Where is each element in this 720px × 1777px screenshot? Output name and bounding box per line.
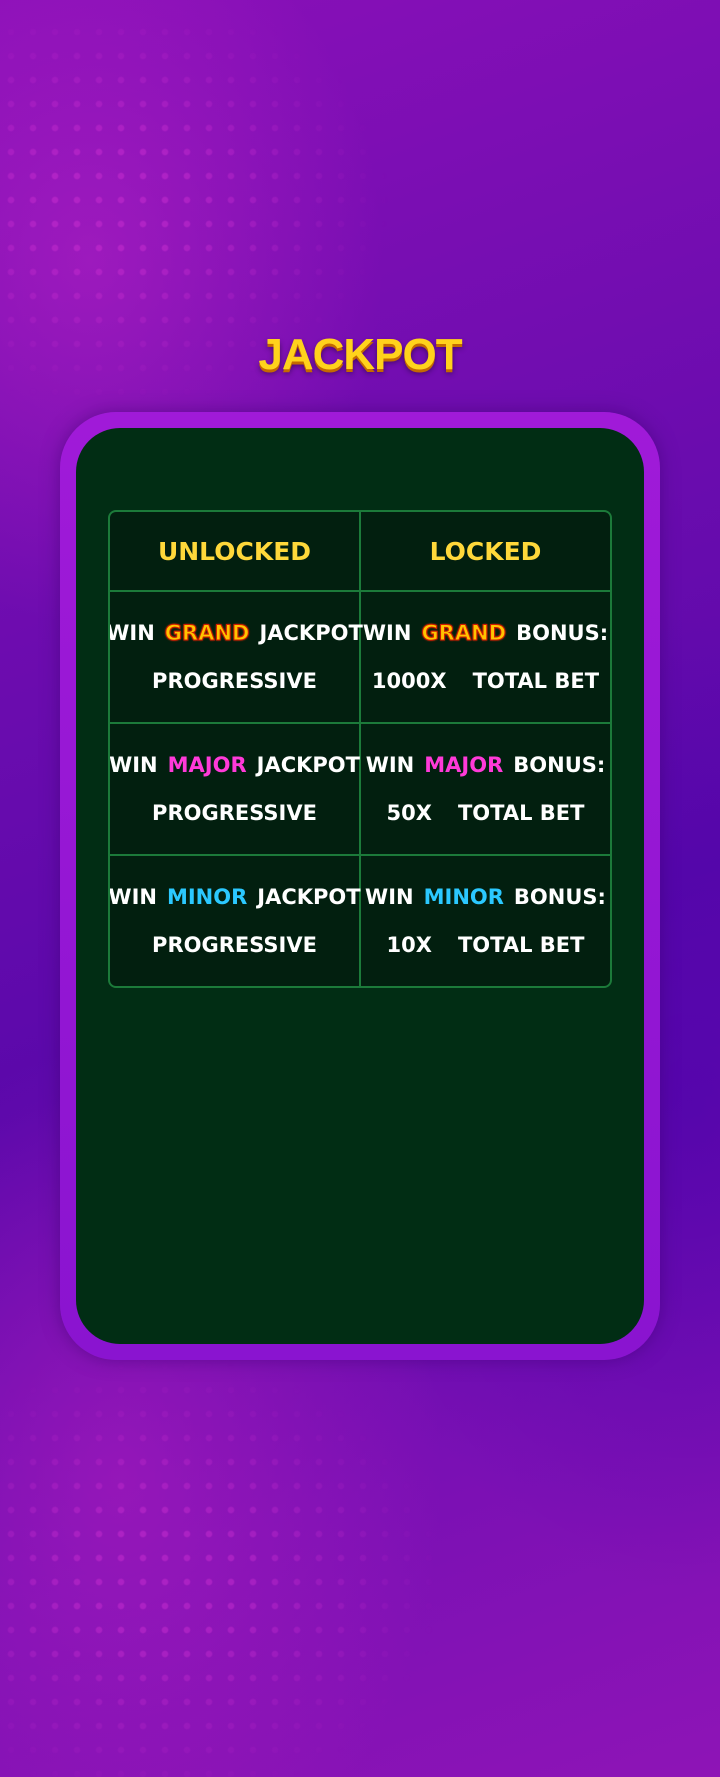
header-cell-unlocked: UNLOCKED [110,512,361,590]
jackpot-table: UNLOCKED LOCKED WIN GRAND JACKPOT PROGRESS… [108,510,612,988]
major-unlocked-cell: WIN MAJOR JACKPOT PROGRESSIVE [110,724,361,854]
grand-unlocked-line1: WIN GRAND JACKPOT [108,620,363,646]
table-header-row: UNLOCKED LOCKED [110,512,610,592]
jackpot-label: JACKPOT [256,753,360,777]
total-bet-label: TOTAL BET [472,669,600,693]
header-locked-label: LOCKED [429,536,542,566]
jackpot-label: JACKPOT [257,885,361,909]
win-label: WIN [109,753,158,777]
grand-unlocked-cell: WIN GRAND JACKPOT PROGRESSIVE [108,592,363,722]
grand-locked-line1: WIN GRAND BONUS: [363,620,608,646]
win-label: WIN [362,621,412,645]
grand-locked-cell: WIN GRAND BONUS: 1000X TOTAL BET [361,592,610,722]
minor-tier-label: MINOR [423,885,504,909]
major-locked-cell: WIN MAJOR BONUS: 50X TOTAL BET [361,724,610,854]
progressive-label: PROGRESSIVE [152,669,317,693]
multiplier-value: 50X [386,801,432,825]
major-tier-label: MAJOR [167,753,247,777]
grand-tier-label: GRAND [164,621,250,646]
jackpot-label: JACKPOT [259,621,363,645]
minor-locked-cell: WIN MINOR BONUS: 10X TOTAL BET [361,856,610,986]
win-label: WIN [365,753,415,777]
minor-tier-label: MINOR [166,885,248,909]
table-row-minor: WIN MINOR JACKPOT PROGRESSIVE WIN MINOR BONU… [110,856,610,986]
minor-unlocked-line1: WIN MINOR JACKPOT [108,884,361,910]
table-row-major: WIN MAJOR JACKPOT PROGRESSIVE WIN MAJOR BONU… [110,724,610,856]
minor-unlocked-cell: WIN MINOR JACKPOT PROGRESSIVE [110,856,361,986]
header-unlocked-label: UNLOCKED [157,536,312,566]
major-tier-label: MAJOR [424,753,504,777]
grand-locked-line2: 1000X TOTAL BET [372,668,599,694]
bonus-label: BONUS: [516,621,609,645]
bonus-label: BONUS: [513,753,606,777]
minor-locked-line2: 10X TOTAL BET [387,932,585,958]
major-locked-line2: 50X TOTAL BET [387,800,585,826]
background-dot-pattern-bottom [0,1330,720,1777]
win-label: WIN [108,885,157,909]
grand-tier-label: GRAND [421,621,507,646]
win-label: WIN [365,885,414,909]
progressive-label: PROGRESSIVE [152,933,317,957]
win-label: WIN [108,621,155,645]
multiplier-value: 1000X [371,669,447,693]
minor-locked-line1: WIN MINOR BONUS: [365,884,606,910]
table-row-grand: WIN GRAND JACKPOT PROGRESSIVE WIN GRAND BONU… [110,592,610,724]
total-bet-label: TOTAL BET [457,933,585,957]
total-bet-label: TOTAL BET [457,801,585,825]
bonus-label: BONUS: [513,885,606,909]
page-title: JACKPOT [258,330,462,379]
major-unlocked-line1: WIN MAJOR JACKPOT [109,752,360,778]
multiplier-value: 10X [386,933,432,957]
major-locked-line1: WIN MAJOR BONUS: [366,752,606,778]
header-cell-locked: LOCKED [361,512,610,590]
progressive-label: PROGRESSIVE [152,801,317,825]
